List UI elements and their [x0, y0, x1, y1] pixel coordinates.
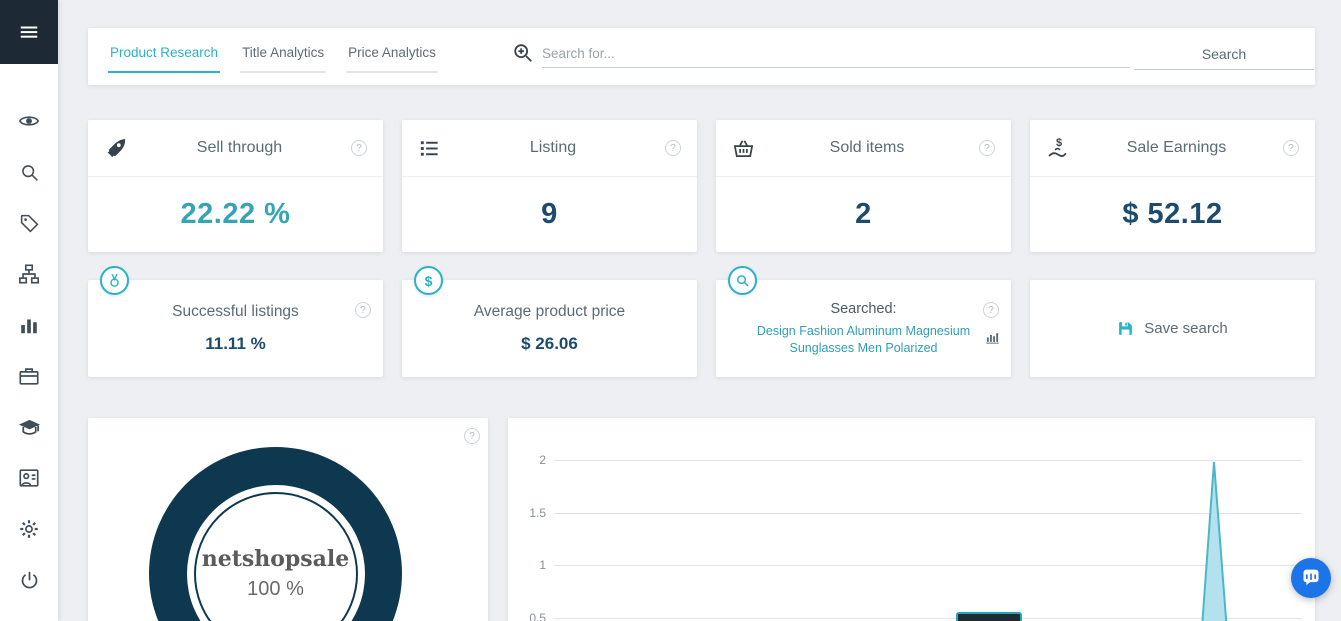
save-search-card[interactable]: Save search — [1030, 280, 1315, 377]
stat-label: Sale Earnings — [1070, 139, 1283, 157]
search-input[interactable] — [542, 40, 1130, 68]
hand-dollar-icon: $ — [1046, 136, 1070, 160]
sidebar — [0, 0, 58, 621]
help-icon[interactable]: ? — [355, 302, 371, 318]
stat-value: 22.22 % — [88, 177, 383, 251]
medal-icon — [100, 266, 129, 295]
area-chart-series — [554, 418, 1302, 621]
stat-value: 2 — [716, 177, 1011, 251]
stat-label: Successful listings — [172, 303, 299, 321]
stat-value: $ 26.06 — [521, 334, 578, 354]
sidebar-item-account[interactable] — [17, 466, 41, 490]
power-icon — [19, 570, 40, 591]
stat-value: $ 52.12 — [1030, 177, 1315, 251]
sidebar-item-academy[interactable] — [17, 415, 41, 439]
tab-product-research[interactable]: Product Research — [108, 43, 220, 73]
help-icon[interactable]: ? — [983, 302, 999, 318]
search-button[interactable]: Search — [1134, 38, 1314, 70]
bar-chart-icon — [18, 314, 40, 336]
save-icon — [1117, 320, 1134, 337]
stat-card-sold-items: Sold items ? 2 — [716, 120, 1011, 252]
help-icon[interactable]: ? — [979, 140, 995, 156]
sidebar-item-settings[interactable] — [17, 517, 41, 541]
stat-label: Average product price — [474, 303, 625, 321]
store-name: netshopsale — [202, 546, 350, 572]
searched-query-link[interactable]: Design Fashion Aluminum Magnesium Sungla… — [744, 323, 984, 357]
sidebar-item-store[interactable] — [17, 364, 41, 388]
sold-items-chart-card: 2 1.5 1 0.5 — [508, 418, 1315, 621]
sidebar-item-research[interactable] — [17, 160, 41, 184]
y-axis-tick: 1.5 — [508, 506, 546, 520]
store-share-donut-chart: netshopsale 100 % — [149, 447, 402, 621]
rocket-icon — [104, 136, 128, 160]
help-icon[interactable]: ? — [464, 428, 480, 444]
top-search-bar: Product Research Title Analytics Price A… — [88, 28, 1315, 85]
save-search-label: Save search — [1144, 320, 1227, 337]
chat-bubble-icon — [1301, 568, 1321, 588]
stat-card-searched: ? Searched: Design Fashion Aluminum Magn… — [716, 280, 1011, 377]
graduation-cap-icon — [18, 416, 41, 439]
stat-card-sell-through: Sell through ? 22.22 % — [88, 120, 383, 252]
eye-icon — [18, 110, 40, 132]
store-percent: 100 % — [247, 578, 304, 601]
stat-value: 11.11 % — [205, 334, 266, 354]
stat-value: 9 — [402, 177, 697, 251]
sidebar-item-products[interactable] — [17, 211, 41, 235]
store-share-card: ? netshopsale 100 % — [88, 418, 488, 621]
sidebar-item-analytics[interactable] — [17, 313, 41, 337]
dashboard-page: Product Research Title Analytics Price A… — [0, 0, 1341, 621]
y-axis-tick: 1 — [508, 558, 546, 572]
tab-price-analytics[interactable]: Price Analytics — [346, 43, 438, 73]
sidebar-item-categories[interactable] — [17, 262, 41, 286]
analytics-icon[interactable] — [985, 330, 1000, 345]
y-axis-tick: 0.5 — [508, 611, 546, 621]
chart-tooltip — [956, 612, 1022, 621]
dollar-icon: $ — [414, 266, 443, 295]
save-search-button[interactable]: Save search — [1030, 280, 1315, 377]
tag-icon — [19, 213, 40, 234]
gear-icon — [18, 518, 40, 540]
sidebar-item-logout[interactable] — [17, 568, 41, 592]
sitemap-icon — [18, 263, 40, 285]
search-icon — [19, 162, 40, 183]
account-icon — [18, 467, 40, 489]
y-axis-tick: 2 — [508, 453, 546, 467]
stat-label: Sell through — [128, 139, 351, 157]
basket-icon — [732, 137, 755, 160]
searched-label: Searched: — [830, 301, 896, 317]
stat-card-sale-earnings: $ Sale Earnings ? $ 52.12 — [1030, 120, 1315, 252]
briefcase-icon — [18, 365, 40, 387]
chat-button[interactable] — [1291, 558, 1331, 598]
sidebar-item-overview[interactable] — [17, 109, 41, 133]
svg-text:$: $ — [1056, 137, 1062, 149]
help-icon[interactable]: ? — [351, 140, 367, 156]
sidebar-toggle-button[interactable] — [0, 0, 58, 64]
stat-card-listing: Listing ? 9 — [402, 120, 697, 252]
search-badge-icon — [728, 266, 757, 295]
help-icon[interactable]: ? — [1283, 140, 1299, 156]
help-icon[interactable]: ? — [665, 140, 681, 156]
list-icon — [418, 137, 441, 160]
stat-card-average-price: $ Average product price $ 26.06 — [402, 280, 697, 377]
analytics-tabs: Product Research Title Analytics Price A… — [108, 43, 438, 73]
stat-label: Sold items — [755, 139, 979, 157]
tab-title-analytics[interactable]: Title Analytics — [240, 43, 326, 73]
stat-label: Listing — [441, 139, 665, 157]
stat-card-successful-listings: ? Successful listings 11.11 % — [88, 280, 383, 377]
zoom-search-icon — [512, 42, 534, 64]
hamburger-menu-icon — [18, 21, 40, 43]
